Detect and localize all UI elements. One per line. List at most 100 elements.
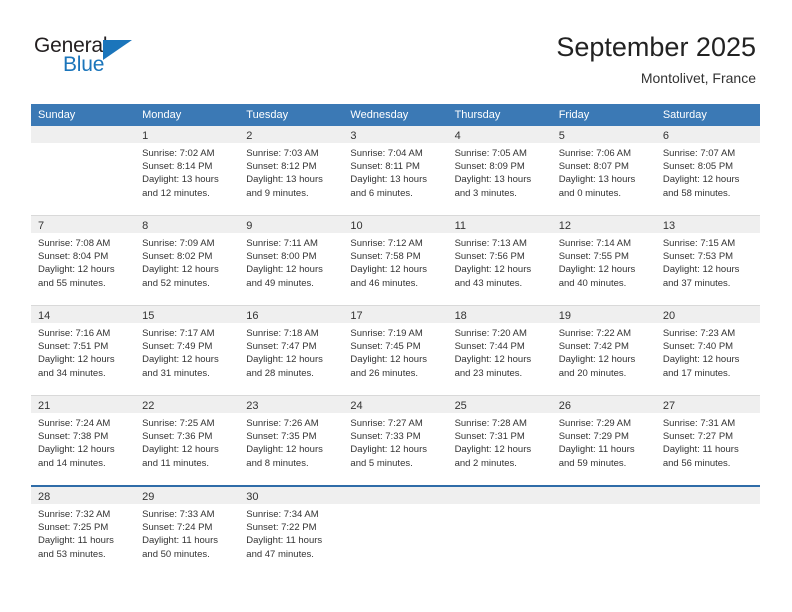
calendar-week-row: 21 Sunrise: 7:24 AM Sunset: 7:38 PM Dayligh… [31, 395, 760, 486]
day-number-band: 25 [447, 396, 552, 413]
day-cell-content: 23 Sunrise: 7:26 AM Sunset: 7:35 PM Dayligh… [239, 396, 344, 485]
day-number-band: 19 [551, 306, 656, 323]
sunrise-time: Sunrise: 7:09 AM [142, 238, 215, 249]
daylight-duration-line1: Daylight: 13 hours [558, 174, 636, 186]
calendar-day-cell[interactable]: 23 Sunrise: 7:26 AM Sunset: 7:35 PM Dayligh… [239, 395, 344, 486]
daylight-duration-line1: Daylight: 12 hours [350, 264, 427, 276]
day-number: 25 [454, 400, 467, 412]
day-sun-info: Sunrise: 7:33 AM Sunset: 7:24 PM Daylight:… [135, 504, 239, 561]
calendar-day-cell[interactable]: 10 Sunrise: 7:12 AM Sunset: 7:58 PM Dayligh… [343, 215, 448, 306]
calendar-day-cell[interactable]: 6 Sunrise: 7:07 AM Sunset: 8:05 PM Daylight… [655, 126, 760, 216]
day-cell-content [655, 487, 760, 576]
day-cell-content: 30 Sunrise: 7:34 AM Sunset: 7:22 PM Dayligh… [239, 487, 344, 576]
calendar-day-cell[interactable] [551, 485, 656, 576]
sunset-time: Sunset: 7:53 PM [662, 251, 734, 263]
general-blue-logo[interactable]: General Blue [34, 34, 174, 82]
daylight-duration-line2: and 20 minutes. [558, 367, 627, 379]
daylight-duration-line1: Daylight: 11 hours [246, 535, 323, 547]
day-cell-content: 1 Sunrise: 7:02 AM Sunset: 8:14 PM Daylight… [135, 126, 240, 215]
calendar-day-cell[interactable]: 4 Sunrise: 7:05 AM Sunset: 8:09 PM Daylight… [447, 126, 552, 216]
calendar-day-cell[interactable] [31, 126, 136, 216]
calendar-table: Sunday Monday Tuesday Wednesday Thursday… [31, 104, 760, 576]
day-number: 27 [662, 400, 676, 412]
day-number-band: 14 [31, 306, 136, 323]
day-cell-content: 7 Sunrise: 7:08 AM Sunset: 8:04 PM Daylight… [31, 216, 136, 305]
sunset-time: Sunset: 8:02 PM [142, 251, 213, 263]
logo-text-blue: Blue [63, 53, 105, 76]
day-number-band [31, 126, 136, 143]
day-number-band: 27 [655, 396, 760, 413]
calendar-day-cell[interactable]: 12 Sunrise: 7:14 AM Sunset: 7:55 PM Dayligh… [551, 215, 656, 306]
day-sun-info: Sunrise: 7:28 AM Sunset: 7:31 PM Daylight:… [448, 413, 552, 470]
calendar-day-cell[interactable]: 11 Sunrise: 7:13 AM Sunset: 7:56 PM Dayligh… [447, 215, 552, 306]
calendar-day-cell[interactable]: 26 Sunrise: 7:29 AM Sunset: 7:29 PM Dayligh… [551, 395, 656, 486]
day-sun-info: Sunrise: 7:26 AM Sunset: 7:35 PM Daylight:… [239, 413, 343, 470]
weekday-header-saturday: Saturday [655, 104, 760, 126]
sunset-time: Sunset: 7:31 PM [454, 431, 525, 443]
calendar-day-cell[interactable]: 17 Sunrise: 7:19 AM Sunset: 7:45 PM Dayligh… [343, 305, 448, 396]
calendar-day-cell[interactable]: 5 Sunrise: 7:06 AM Sunset: 8:07 PM Daylight… [551, 126, 656, 216]
calendar-day-cell[interactable]: 15 Sunrise: 7:17 AM Sunset: 7:49 PM Dayligh… [135, 305, 240, 396]
daylight-duration-line2: and 5 minutes. [350, 457, 413, 469]
sunrise-time: Sunrise: 7:16 AM [38, 328, 111, 339]
daylight-duration-line1: Daylight: 12 hours [454, 354, 532, 366]
sunrise-time: Sunrise: 7:08 AM [38, 238, 111, 249]
day-sun-info: Sunrise: 7:07 AM Sunset: 8:05 PM Daylight:… [656, 143, 760, 200]
calendar-day-cell[interactable]: 8 Sunrise: 7:09 AM Sunset: 8:02 PM Daylight… [135, 215, 240, 306]
calendar-day-cell[interactable]: 19 Sunrise: 7:22 AM Sunset: 7:42 PM Dayligh… [551, 305, 656, 396]
calendar-day-cell[interactable] [447, 485, 552, 576]
day-number-band: 23 [239, 396, 344, 413]
sunset-time: Sunset: 7:49 PM [142, 341, 213, 353]
day-cell-content: 5 Sunrise: 7:06 AM Sunset: 8:07 PM Daylight… [551, 126, 656, 215]
day-number: 18 [454, 310, 467, 322]
day-number-band: 2 [239, 126, 344, 143]
calendar-day-cell[interactable]: 28 Sunrise: 7:32 AM Sunset: 7:25 PM Dayligh… [31, 485, 136, 576]
day-number: 10 [350, 220, 363, 232]
sunset-time: Sunset: 7:25 PM [38, 522, 109, 534]
day-cell-content: 20 Sunrise: 7:23 AM Sunset: 7:40 PM Dayligh… [655, 306, 760, 395]
day-cell-content: 4 Sunrise: 7:05 AM Sunset: 8:09 PM Daylight… [447, 126, 552, 215]
daylight-duration-line2: and 2 minutes. [454, 457, 517, 469]
calendar-day-cell[interactable]: 21 Sunrise: 7:24 AM Sunset: 7:38 PM Dayligh… [31, 395, 136, 486]
calendar-day-cell[interactable]: 29 Sunrise: 7:33 AM Sunset: 7:24 PM Dayligh… [135, 485, 240, 576]
day-number-band: 10 [343, 216, 448, 233]
calendar-day-cell[interactable]: 3 Sunrise: 7:04 AM Sunset: 8:11 PM Daylight… [343, 126, 448, 216]
daylight-duration-line2: and 31 minutes. [142, 367, 210, 379]
day-number-band: 21 [31, 396, 136, 413]
calendar-day-cell[interactable]: 13 Sunrise: 7:15 AM Sunset: 7:53 PM Dayligh… [655, 215, 760, 306]
calendar-day-cell[interactable]: 9 Sunrise: 7:11 AM Sunset: 8:00 PM Daylight… [239, 215, 344, 306]
day-number-band: 11 [447, 216, 552, 233]
calendar-day-cell[interactable]: 7 Sunrise: 7:08 AM Sunset: 8:04 PM Daylight… [31, 215, 136, 306]
sunrise-time: Sunrise: 7:34 AM [246, 509, 319, 520]
calendar-day-cell[interactable]: 24 Sunrise: 7:27 AM Sunset: 7:33 PM Dayligh… [343, 395, 448, 486]
daylight-duration-line2: and 40 minutes. [558, 277, 627, 289]
day-number-band: 20 [655, 306, 760, 323]
calendar-day-cell[interactable] [655, 485, 760, 576]
calendar-day-cell[interactable]: 22 Sunrise: 7:25 AM Sunset: 7:36 PM Dayligh… [135, 395, 240, 486]
calendar-body: 1 Sunrise: 7:02 AM Sunset: 8:14 PM Daylight… [31, 126, 760, 576]
calendar-day-cell[interactable] [343, 485, 448, 576]
day-number-band: 4 [447, 126, 552, 143]
day-cell-content: 29 Sunrise: 7:33 AM Sunset: 7:24 PM Dayligh… [135, 487, 240, 576]
sunset-time: Sunset: 8:11 PM [350, 161, 420, 173]
title-block: September 2025 Montolivet, France [556, 30, 756, 88]
calendar-day-cell[interactable]: 16 Sunrise: 7:18 AM Sunset: 7:47 PM Dayligh… [239, 305, 344, 396]
day-sun-info: Sunrise: 7:09 AM Sunset: 8:02 PM Daylight:… [135, 233, 239, 290]
calendar-day-cell[interactable]: 20 Sunrise: 7:23 AM Sunset: 7:40 PM Dayligh… [655, 305, 760, 396]
daylight-duration-line1: Daylight: 11 hours [662, 444, 739, 456]
calendar-day-cell[interactable]: 18 Sunrise: 7:20 AM Sunset: 7:44 PM Dayligh… [447, 305, 552, 396]
weekday-header-tuesday: Tuesday [239, 104, 344, 126]
calendar-day-cell[interactable]: 27 Sunrise: 7:31 AM Sunset: 7:27 PM Dayligh… [655, 395, 760, 486]
sunrise-time: Sunrise: 7:17 AM [142, 328, 215, 339]
calendar-day-cell[interactable]: 1 Sunrise: 7:02 AM Sunset: 8:14 PM Daylight… [135, 126, 240, 216]
day-number: 8 [142, 220, 149, 232]
sunset-time: Sunset: 7:42 PM [558, 341, 629, 353]
daylight-duration-line2: and 59 minutes. [558, 457, 627, 469]
calendar-day-cell[interactable]: 25 Sunrise: 7:28 AM Sunset: 7:31 PM Dayligh… [447, 395, 552, 486]
daylight-duration-line2: and 3 minutes. [454, 187, 517, 199]
calendar-day-cell[interactable]: 2 Sunrise: 7:03 AM Sunset: 8:12 PM Daylight… [239, 126, 344, 216]
calendar-day-cell[interactable]: 30 Sunrise: 7:34 AM Sunset: 7:22 PM Dayligh… [239, 485, 344, 576]
day-sun-info: Sunrise: 7:25 AM Sunset: 7:36 PM Daylight:… [135, 413, 239, 470]
day-cell-content: 3 Sunrise: 7:04 AM Sunset: 8:11 PM Daylight… [343, 126, 448, 215]
calendar-day-cell[interactable]: 14 Sunrise: 7:16 AM Sunset: 7:51 PM Dayligh… [31, 305, 136, 396]
